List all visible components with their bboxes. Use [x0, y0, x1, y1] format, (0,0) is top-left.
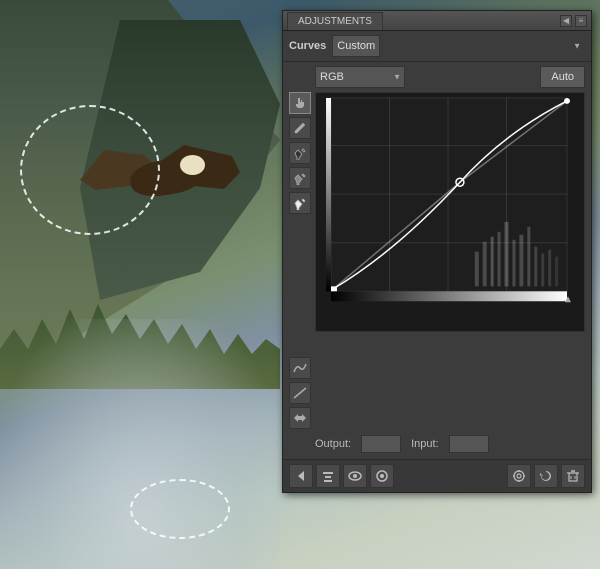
flip-icon	[293, 412, 307, 424]
menu-button[interactable]: ≡	[575, 15, 587, 27]
eye-icon	[348, 469, 362, 483]
panel-titlebar: ADJUSTMENTS ◀ ≡	[283, 11, 591, 31]
channel-select-wrapper: RGB Red Green Blue	[315, 66, 405, 88]
eyedropper-white-icon	[294, 196, 306, 210]
flip-button[interactable]	[289, 407, 311, 429]
reset-icon	[539, 469, 553, 483]
eyedropper-black-icon	[294, 146, 306, 160]
clip-button[interactable]	[316, 464, 340, 488]
lower-tools	[289, 357, 311, 429]
target-icon	[512, 469, 526, 483]
input-label: Input:	[411, 438, 439, 450]
back-icon	[294, 469, 308, 483]
eyedropper-gray-button[interactable]	[289, 167, 311, 189]
view-icon	[375, 469, 389, 483]
eyedropper-black-button[interactable]	[289, 142, 311, 164]
output-label: Output:	[315, 438, 351, 450]
panel-tab-label: ADJUSTMENTS	[298, 16, 372, 27]
footer-right-buttons	[507, 464, 585, 488]
eagle-head	[180, 155, 205, 175]
output-input[interactable]	[361, 435, 401, 453]
footer-left-buttons	[289, 464, 394, 488]
straight-line-icon	[293, 387, 307, 399]
curves-area	[289, 92, 585, 429]
curves-graph[interactable]	[315, 92, 585, 332]
panel-footer	[283, 459, 591, 492]
auto-button[interactable]: Auto	[540, 66, 585, 88]
target-button[interactable]	[507, 464, 531, 488]
panel-tab[interactable]: ADJUSTMENTS	[287, 12, 383, 30]
output-input-row: Output: Input:	[315, 433, 585, 455]
eyedropper-white-button[interactable]	[289, 192, 311, 214]
back-button[interactable]	[289, 464, 313, 488]
finger-tool-button[interactable]	[289, 92, 311, 114]
view-button[interactable]	[370, 464, 394, 488]
preset-select[interactable]: Custom	[332, 35, 380, 57]
titlebar-controls: ◀ ≡	[560, 15, 587, 27]
smooth-curve-button[interactable]	[289, 357, 311, 379]
eye-button[interactable]	[343, 464, 367, 488]
pencil-tool-button[interactable]	[289, 117, 311, 139]
smooth-curve-icon	[293, 362, 307, 374]
finger-tool-icon	[293, 96, 307, 110]
input-input[interactable]	[449, 435, 489, 453]
clip-icon	[321, 469, 335, 483]
panel-content: RGB Red Green Blue Auto	[283, 62, 591, 459]
panel-header: Curves Custom	[283, 31, 591, 62]
channel-select[interactable]: RGB Red Green Blue	[315, 66, 405, 88]
eyedropper-gray-icon	[294, 171, 306, 185]
adjustments-panel: ADJUSTMENTS ◀ ≡ Curves Custom RGB Red Gr…	[282, 10, 592, 493]
preset-select-wrapper: Custom	[332, 35, 585, 57]
mist	[0, 319, 280, 569]
selection-circle-1	[20, 105, 160, 235]
curves-main	[315, 92, 585, 429]
curves-left-tools	[289, 92, 311, 429]
curves-label: Curves	[289, 40, 326, 52]
pencil-tool-icon	[293, 121, 307, 135]
reset-button[interactable]	[534, 464, 558, 488]
delete-button[interactable]	[561, 464, 585, 488]
trash-icon	[566, 469, 580, 483]
straight-line-button[interactable]	[289, 382, 311, 404]
channel-row: RGB Red Green Blue Auto	[315, 66, 585, 88]
collapse-button[interactable]: ◀	[560, 15, 572, 27]
selection-circle-2	[130, 479, 230, 539]
